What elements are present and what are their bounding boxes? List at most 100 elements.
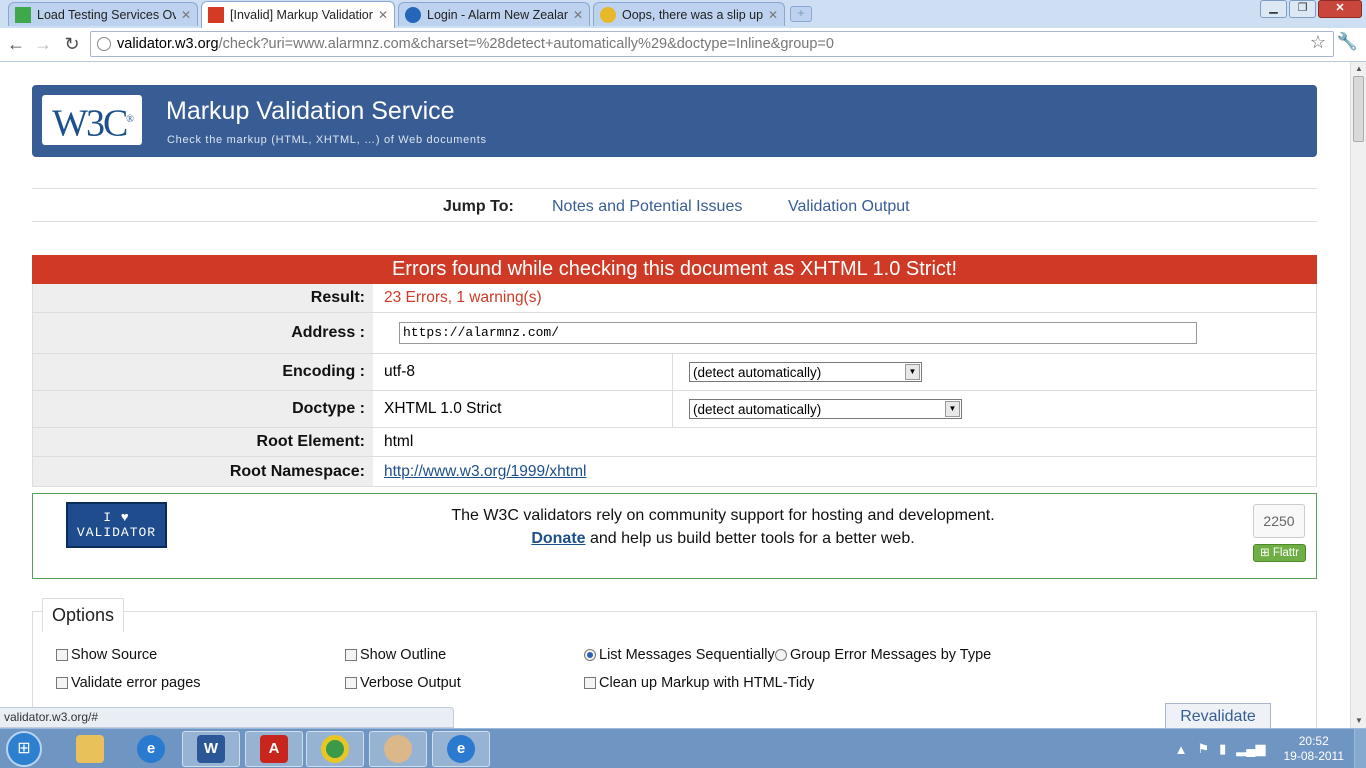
group-errors-radio[interactable] (775, 649, 787, 661)
result-value: 23 Errors, 1 warning(s) (384, 289, 542, 306)
tab-strip: Load Testing Services Overv ✕ [Invalid] … (0, 0, 1366, 28)
browser-tab-oops[interactable]: Oops, there was a slip up! - ✕ (593, 2, 785, 26)
oops-favicon-icon (600, 6, 616, 23)
doctype-value: XHTML 1.0 Strict (373, 391, 673, 427)
verbose-output-checkbox[interactable] (345, 677, 357, 689)
flattr-count: 2250 (1253, 504, 1305, 538)
root-namespace-link[interactable]: http://www.w3.org/1999/xhtml (384, 463, 586, 481)
list-sequential-option[interactable]: List Messages Sequentially (584, 647, 775, 663)
encoding-value: utf-8 (373, 354, 673, 390)
encoding-select[interactable]: (detect automatically) ▼ (689, 362, 922, 382)
flattr-label: Flattr (1272, 547, 1300, 559)
browser-tab-validator[interactable]: [Invalid] Markup Validation ✕ (201, 1, 395, 28)
taskbar-word[interactable]: W (182, 731, 240, 767)
minimize-icon[interactable]: ▁ (1260, 0, 1287, 18)
revalidate-button[interactable]: Revalidate (1165, 703, 1271, 728)
w3c-logo[interactable]: W3C® (42, 95, 142, 145)
cleanup-tidy-checkbox[interactable] (584, 677, 596, 689)
internet-explorer-icon: e (137, 735, 165, 763)
show-source-checkbox[interactable] (56, 649, 68, 661)
scroll-thumb[interactable] (1353, 76, 1364, 142)
clock-time: 20:52 (1298, 734, 1329, 748)
result-table: Result: 23 Errors, 1 warning(s) Address … (32, 284, 1317, 487)
close-window-icon[interactable]: ✕ (1318, 0, 1362, 18)
close-tab-icon[interactable]: ✕ (378, 8, 388, 22)
network-signal-icon[interactable]: ▂▄▆ (1236, 741, 1265, 757)
verbose-output-option[interactable]: Verbose Output (345, 675, 461, 691)
validate-error-pages-checkbox[interactable] (56, 677, 68, 689)
group-errors-option[interactable]: Group Error Messages by Type (775, 647, 991, 663)
donation-text: The W3C validators rely on community sup… (451, 507, 995, 524)
w3c-favicon-icon (208, 7, 224, 23)
root-element-value: html (384, 433, 414, 450)
validate-error-pages-option[interactable]: Validate error pages (56, 675, 201, 691)
scroll-down-icon[interactable]: ▼ (1351, 714, 1366, 728)
forward-arrow-icon[interactable]: → (31, 33, 55, 55)
jump-link-notes[interactable]: Notes and Potential Issues (552, 198, 742, 216)
page-content: W3C® Markup Validation Service Check the… (0, 62, 1350, 728)
validate-error-pages-label: Validate error pages (71, 675, 201, 691)
chrome-icon (321, 735, 349, 763)
donation-call: Donate and help us build better tools fo… (33, 530, 1350, 548)
verbose-output-label: Verbose Output (360, 675, 461, 691)
taskbar-explorer[interactable] (61, 731, 119, 767)
group-errors-label: Group Error Messages by Type (790, 647, 992, 663)
doctype-label: Doctype : (33, 391, 373, 427)
taskbar-acrobat[interactable]: A (245, 731, 303, 767)
paint-palette-icon (384, 735, 412, 763)
action-center-flag-icon[interactable]: ⚑ (1197, 741, 1209, 757)
cleanup-tidy-option[interactable]: Clean up Markup with HTML-Tidy (584, 675, 814, 691)
show-desktop-button[interactable] (1354, 729, 1366, 768)
battery-icon[interactable]: ▮ (1219, 741, 1226, 757)
bookmark-star-icon[interactable]: ☆ (1310, 32, 1326, 53)
encoding-select-value: (detect automatically) (693, 364, 822, 380)
show-outline-checkbox[interactable] (345, 649, 357, 661)
windows-taskbar: ⊞ e W A e ▲ ⚑ ▮ ▂▄▆ 20:52 19-08-2011 (0, 728, 1366, 768)
browser-toolbar: ← → ↻ validator.w3.org/check?uri=www.ala… (0, 28, 1366, 62)
doctype-select-value: (detect automatically) (693, 401, 822, 417)
show-outline-option[interactable]: Show Outline (345, 647, 446, 663)
taskbar-ie[interactable]: e (122, 731, 180, 767)
address-row: Address : https://alarmnz.com/ (33, 313, 1316, 354)
tab-title: Oops, there was a slip up! - (622, 7, 763, 22)
donation-call-text: and help us build better tools for a bet… (585, 530, 915, 547)
donate-link[interactable]: Donate (531, 530, 585, 547)
scroll-up-icon[interactable]: ▲ (1351, 62, 1366, 76)
doctype-row: Doctype : XHTML 1.0 Strict (detect autom… (33, 391, 1316, 428)
wrench-icon[interactable]: 🔧 (1337, 32, 1358, 52)
doctype-select[interactable]: (detect automatically) ▼ (689, 399, 962, 419)
show-source-option[interactable]: Show Source (56, 647, 157, 663)
list-sequential-radio[interactable] (584, 649, 596, 661)
vertical-scrollbar[interactable]: ▲ ▼ (1350, 62, 1366, 728)
back-arrow-icon[interactable]: ← (4, 33, 28, 55)
taskbar-ie-running[interactable]: e (432, 731, 490, 767)
close-tab-icon[interactable]: ✕ (181, 8, 191, 22)
flattr-button[interactable]: ⊞ Flattr (1253, 544, 1306, 562)
w3c-logo-text: W3C (52, 102, 128, 145)
page-title: Markup Validation Service (166, 97, 455, 125)
url-host: validator.w3.org (117, 36, 219, 52)
close-tab-icon[interactable]: ✕ (573, 8, 583, 22)
address-bar[interactable]: validator.w3.org/check?uri=www.alarmnz.c… (90, 31, 1334, 57)
jump-link-validation-output[interactable]: Validation Output (788, 198, 910, 216)
new-tab-button[interactable]: + (790, 6, 812, 22)
header-banner: W3C® Markup Validation Service Check the… (32, 85, 1317, 157)
root-namespace-label: Root Namespace: (33, 457, 373, 486)
browser-tab-load-testing[interactable]: Load Testing Services Overv ✕ (8, 2, 198, 26)
clock[interactable]: 20:52 19-08-2011 (1284, 734, 1345, 764)
encoding-label: Encoding : (33, 354, 373, 390)
taskbar-chrome[interactable] (306, 731, 364, 767)
start-button[interactable]: ⊞ (6, 731, 42, 767)
taskbar-paint[interactable] (369, 731, 427, 767)
maximize-icon[interactable]: ❐ (1289, 0, 1316, 18)
cleanup-tidy-label: Clean up Markup with HTML-Tidy (599, 675, 815, 691)
encoding-row: Encoding : utf-8 (detect automatically) … (33, 354, 1316, 391)
show-hidden-icons-icon[interactable]: ▲ (1175, 742, 1188, 757)
address-input[interactable]: https://alarmnz.com/ (399, 322, 1197, 344)
window-controls: ▁ ❐ ✕ (1258, 0, 1362, 18)
close-tab-icon[interactable]: ✕ (768, 8, 778, 22)
options-legend: Options (42, 598, 125, 632)
reload-icon[interactable]: ↻ (60, 33, 84, 55)
browser-tab-alarm-login[interactable]: Login - Alarm New Zealand ✕ (398, 2, 590, 26)
dropdown-arrow-icon: ▼ (905, 364, 920, 380)
